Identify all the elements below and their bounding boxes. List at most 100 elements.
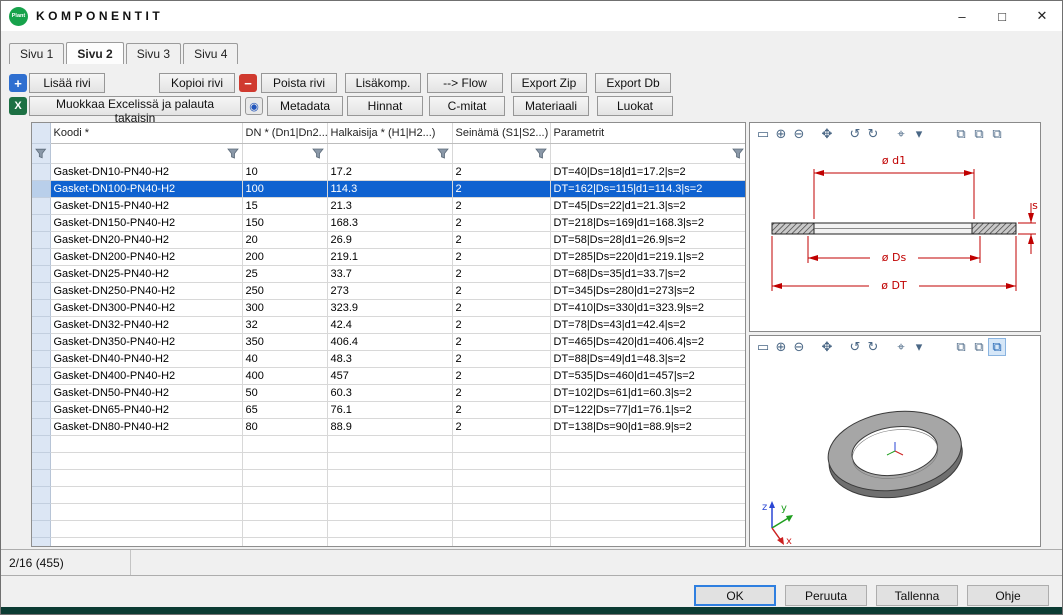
table-row[interactable]: Gasket-DN200-PN40-H2200219.12DT=285|Ds=2… bbox=[32, 248, 746, 265]
cell-halkaisija[interactable]: 114.3 bbox=[327, 180, 452, 197]
table-row[interactable]: Gasket-DN100-PN40-H2100114.32DT=162|Ds=1… bbox=[32, 180, 746, 197]
metadata-icon[interactable]: ◉ bbox=[245, 97, 263, 115]
cell-halkaisija[interactable]: 60.3 bbox=[327, 384, 452, 401]
row-selector[interactable] bbox=[32, 231, 50, 248]
row-selector[interactable] bbox=[32, 248, 50, 265]
tab-sivu-1[interactable]: Sivu 1 bbox=[9, 43, 64, 64]
cell-koodi[interactable]: Gasket-DN350-PN40-H2 bbox=[50, 333, 242, 350]
cell-parametrit[interactable]: DT=218|Ds=169|d1=168.3|s=2 bbox=[550, 214, 746, 231]
cell-koodi[interactable]: Gasket-DN15-PN40-H2 bbox=[50, 197, 242, 214]
copy-image-icon[interactable]: ⧉ bbox=[970, 125, 988, 143]
copy-view-icon[interactable]: ⧉ bbox=[952, 338, 970, 356]
table-row[interactable]: Gasket-DN300-PN40-H2300323.92DT=410|Ds=3… bbox=[32, 299, 746, 316]
gasket-3d-canvas[interactable]: z y x bbox=[750, 358, 1040, 546]
help-button[interactable]: Ohje bbox=[967, 585, 1049, 606]
row-selector[interactable] bbox=[32, 350, 50, 367]
rotate-cw-icon[interactable]: ↻ bbox=[864, 125, 882, 143]
tab-sivu-2[interactable]: Sivu 2 bbox=[66, 42, 123, 64]
cell-seinama[interactable]: 2 bbox=[452, 333, 550, 350]
cell-koodi[interactable]: Gasket-DN20-PN40-H2 bbox=[50, 231, 242, 248]
cell-dn[interactable]: 65 bbox=[242, 401, 327, 418]
cell-halkaisija[interactable]: 26.9 bbox=[327, 231, 452, 248]
table-row[interactable]: Gasket-DN80-PN40-H28088.92DT=138|Ds=90|d… bbox=[32, 418, 746, 435]
cell-dn[interactable]: 350 bbox=[242, 333, 327, 350]
filter-cell-seinama[interactable] bbox=[452, 143, 550, 163]
zoom-out-icon[interactable]: ⊖ bbox=[790, 125, 808, 143]
table-row[interactable]: Gasket-DN150-PN40-H2150168.32DT=218|Ds=1… bbox=[32, 214, 746, 231]
view-options-icon[interactable]: ▾ bbox=[910, 338, 928, 356]
filter-icon[interactable] bbox=[554, 148, 744, 159]
row-selector[interactable] bbox=[32, 367, 50, 384]
cell-koodi[interactable]: Gasket-DN100-PN40-H2 bbox=[50, 180, 242, 197]
view-options-icon[interactable]: ▾ bbox=[910, 125, 928, 143]
cell-parametrit[interactable]: DT=122|Ds=77|d1=76.1|s=2 bbox=[550, 401, 746, 418]
cell-koodi[interactable]: Gasket-DN25-PN40-H2 bbox=[50, 265, 242, 282]
cell-seinama[interactable]: 2 bbox=[452, 214, 550, 231]
table-row[interactable]: Gasket-DN65-PN40-H26576.12DT=122|Ds=77|d… bbox=[32, 401, 746, 418]
prices-button[interactable]: Hinnat bbox=[347, 96, 423, 116]
categories-button[interactable]: Luokat bbox=[597, 96, 673, 116]
select-region-icon[interactable]: ▭ bbox=[754, 125, 772, 143]
cell-parametrit[interactable]: DT=465|Ds=420|d1=406.4|s=2 bbox=[550, 333, 746, 350]
cell-dn[interactable]: 100 bbox=[242, 180, 327, 197]
cell-koodi[interactable]: Gasket-DN400-PN40-H2 bbox=[50, 367, 242, 384]
table-row[interactable]: Gasket-DN32-PN40-H23242.42DT=78|Ds=43|d1… bbox=[32, 316, 746, 333]
cell-halkaisija[interactable]: 219.1 bbox=[327, 248, 452, 265]
cell-seinama[interactable]: 2 bbox=[452, 197, 550, 214]
cell-koodi[interactable]: Gasket-DN40-PN40-H2 bbox=[50, 350, 242, 367]
cell-parametrit[interactable]: DT=45|Ds=22|d1=21.3|s=2 bbox=[550, 197, 746, 214]
minimize-button[interactable]: – bbox=[942, 1, 982, 31]
cell-dn[interactable]: 15 bbox=[242, 197, 327, 214]
cell-halkaisija[interactable]: 33.7 bbox=[327, 265, 452, 282]
filter-icon[interactable] bbox=[35, 148, 47, 159]
row-selector[interactable] bbox=[32, 197, 50, 214]
cell-halkaisija[interactable]: 48.3 bbox=[327, 350, 452, 367]
cell-koodi[interactable]: Gasket-DN65-PN40-H2 bbox=[50, 401, 242, 418]
excel-icon[interactable]: X bbox=[9, 97, 27, 115]
table-row[interactable]: Gasket-DN10-PN40-H21017.22DT=40|Ds=18|d1… bbox=[32, 163, 746, 180]
subcomponent-button[interactable]: Lisäkomp. bbox=[345, 73, 421, 93]
cell-seinama[interactable]: 2 bbox=[452, 384, 550, 401]
filter-icon[interactable] bbox=[246, 148, 324, 159]
filter-cell-dn[interactable] bbox=[242, 143, 327, 163]
cell-seinama[interactable]: 2 bbox=[452, 231, 550, 248]
cell-halkaisija[interactable]: 42.4 bbox=[327, 316, 452, 333]
filter-icon[interactable] bbox=[456, 148, 547, 159]
cell-koodi[interactable]: Gasket-DN200-PN40-H2 bbox=[50, 248, 242, 265]
cell-parametrit[interactable]: DT=138|Ds=90|d1=88.9|s=2 bbox=[550, 418, 746, 435]
cell-parametrit[interactable]: DT=535|Ds=460|d1=457|s=2 bbox=[550, 367, 746, 384]
row-selector[interactable] bbox=[32, 282, 50, 299]
cell-halkaisija[interactable]: 406.4 bbox=[327, 333, 452, 350]
cell-seinama[interactable]: 2 bbox=[452, 180, 550, 197]
cell-seinama[interactable]: 2 bbox=[452, 248, 550, 265]
table-row[interactable]: Gasket-DN250-PN40-H22502732DT=345|Ds=280… bbox=[32, 282, 746, 299]
cell-seinama[interactable]: 2 bbox=[452, 418, 550, 435]
table-row[interactable]: Gasket-DN350-PN40-H2350406.42DT=465|Ds=4… bbox=[32, 333, 746, 350]
export-db-button[interactable]: Export Db bbox=[595, 73, 671, 93]
export-zip-button[interactable]: Export Zip bbox=[511, 73, 587, 93]
tab-sivu-4[interactable]: Sivu 4 bbox=[183, 43, 238, 64]
cell-parametrit[interactable]: DT=88|Ds=49|d1=48.3|s=2 bbox=[550, 350, 746, 367]
table-row[interactable]: Gasket-DN15-PN40-H21521.32DT=45|Ds=22|d1… bbox=[32, 197, 746, 214]
cell-dn[interactable]: 10 bbox=[242, 163, 327, 180]
cell-dn[interactable]: 300 bbox=[242, 299, 327, 316]
filter-cell-koodi[interactable] bbox=[50, 143, 242, 163]
edit-in-excel-button[interactable]: Muokkaa Excelissä ja palauta takaisin bbox=[29, 96, 241, 116]
zoom-extents-icon[interactable]: ⌖ bbox=[892, 125, 910, 143]
material-button[interactable]: Materiaali bbox=[513, 96, 589, 116]
column-header-koodi[interactable]: Koodi * bbox=[50, 123, 242, 143]
cell-dn[interactable]: 250 bbox=[242, 282, 327, 299]
cell-koodi[interactable]: Gasket-DN10-PN40-H2 bbox=[50, 163, 242, 180]
metadata-button[interactable]: Metadata bbox=[267, 96, 343, 116]
cell-dn[interactable]: 150 bbox=[242, 214, 327, 231]
row-selector[interactable] bbox=[32, 299, 50, 316]
cell-parametrit[interactable]: DT=102|Ds=61|d1=60.3|s=2 bbox=[550, 384, 746, 401]
cell-seinama[interactable]: 2 bbox=[452, 265, 550, 282]
cell-seinama[interactable]: 2 bbox=[452, 299, 550, 316]
cell-parametrit[interactable]: DT=78|Ds=43|d1=42.4|s=2 bbox=[550, 316, 746, 333]
flow-button[interactable]: --> Flow bbox=[427, 73, 503, 93]
cell-seinama[interactable]: 2 bbox=[452, 282, 550, 299]
column-header-dn[interactable]: DN * (Dn1|Dn2...) bbox=[242, 123, 327, 143]
rotate-ccw-icon[interactable]: ↺ bbox=[846, 338, 864, 356]
filter-cell-parametrit[interactable] bbox=[550, 143, 746, 163]
